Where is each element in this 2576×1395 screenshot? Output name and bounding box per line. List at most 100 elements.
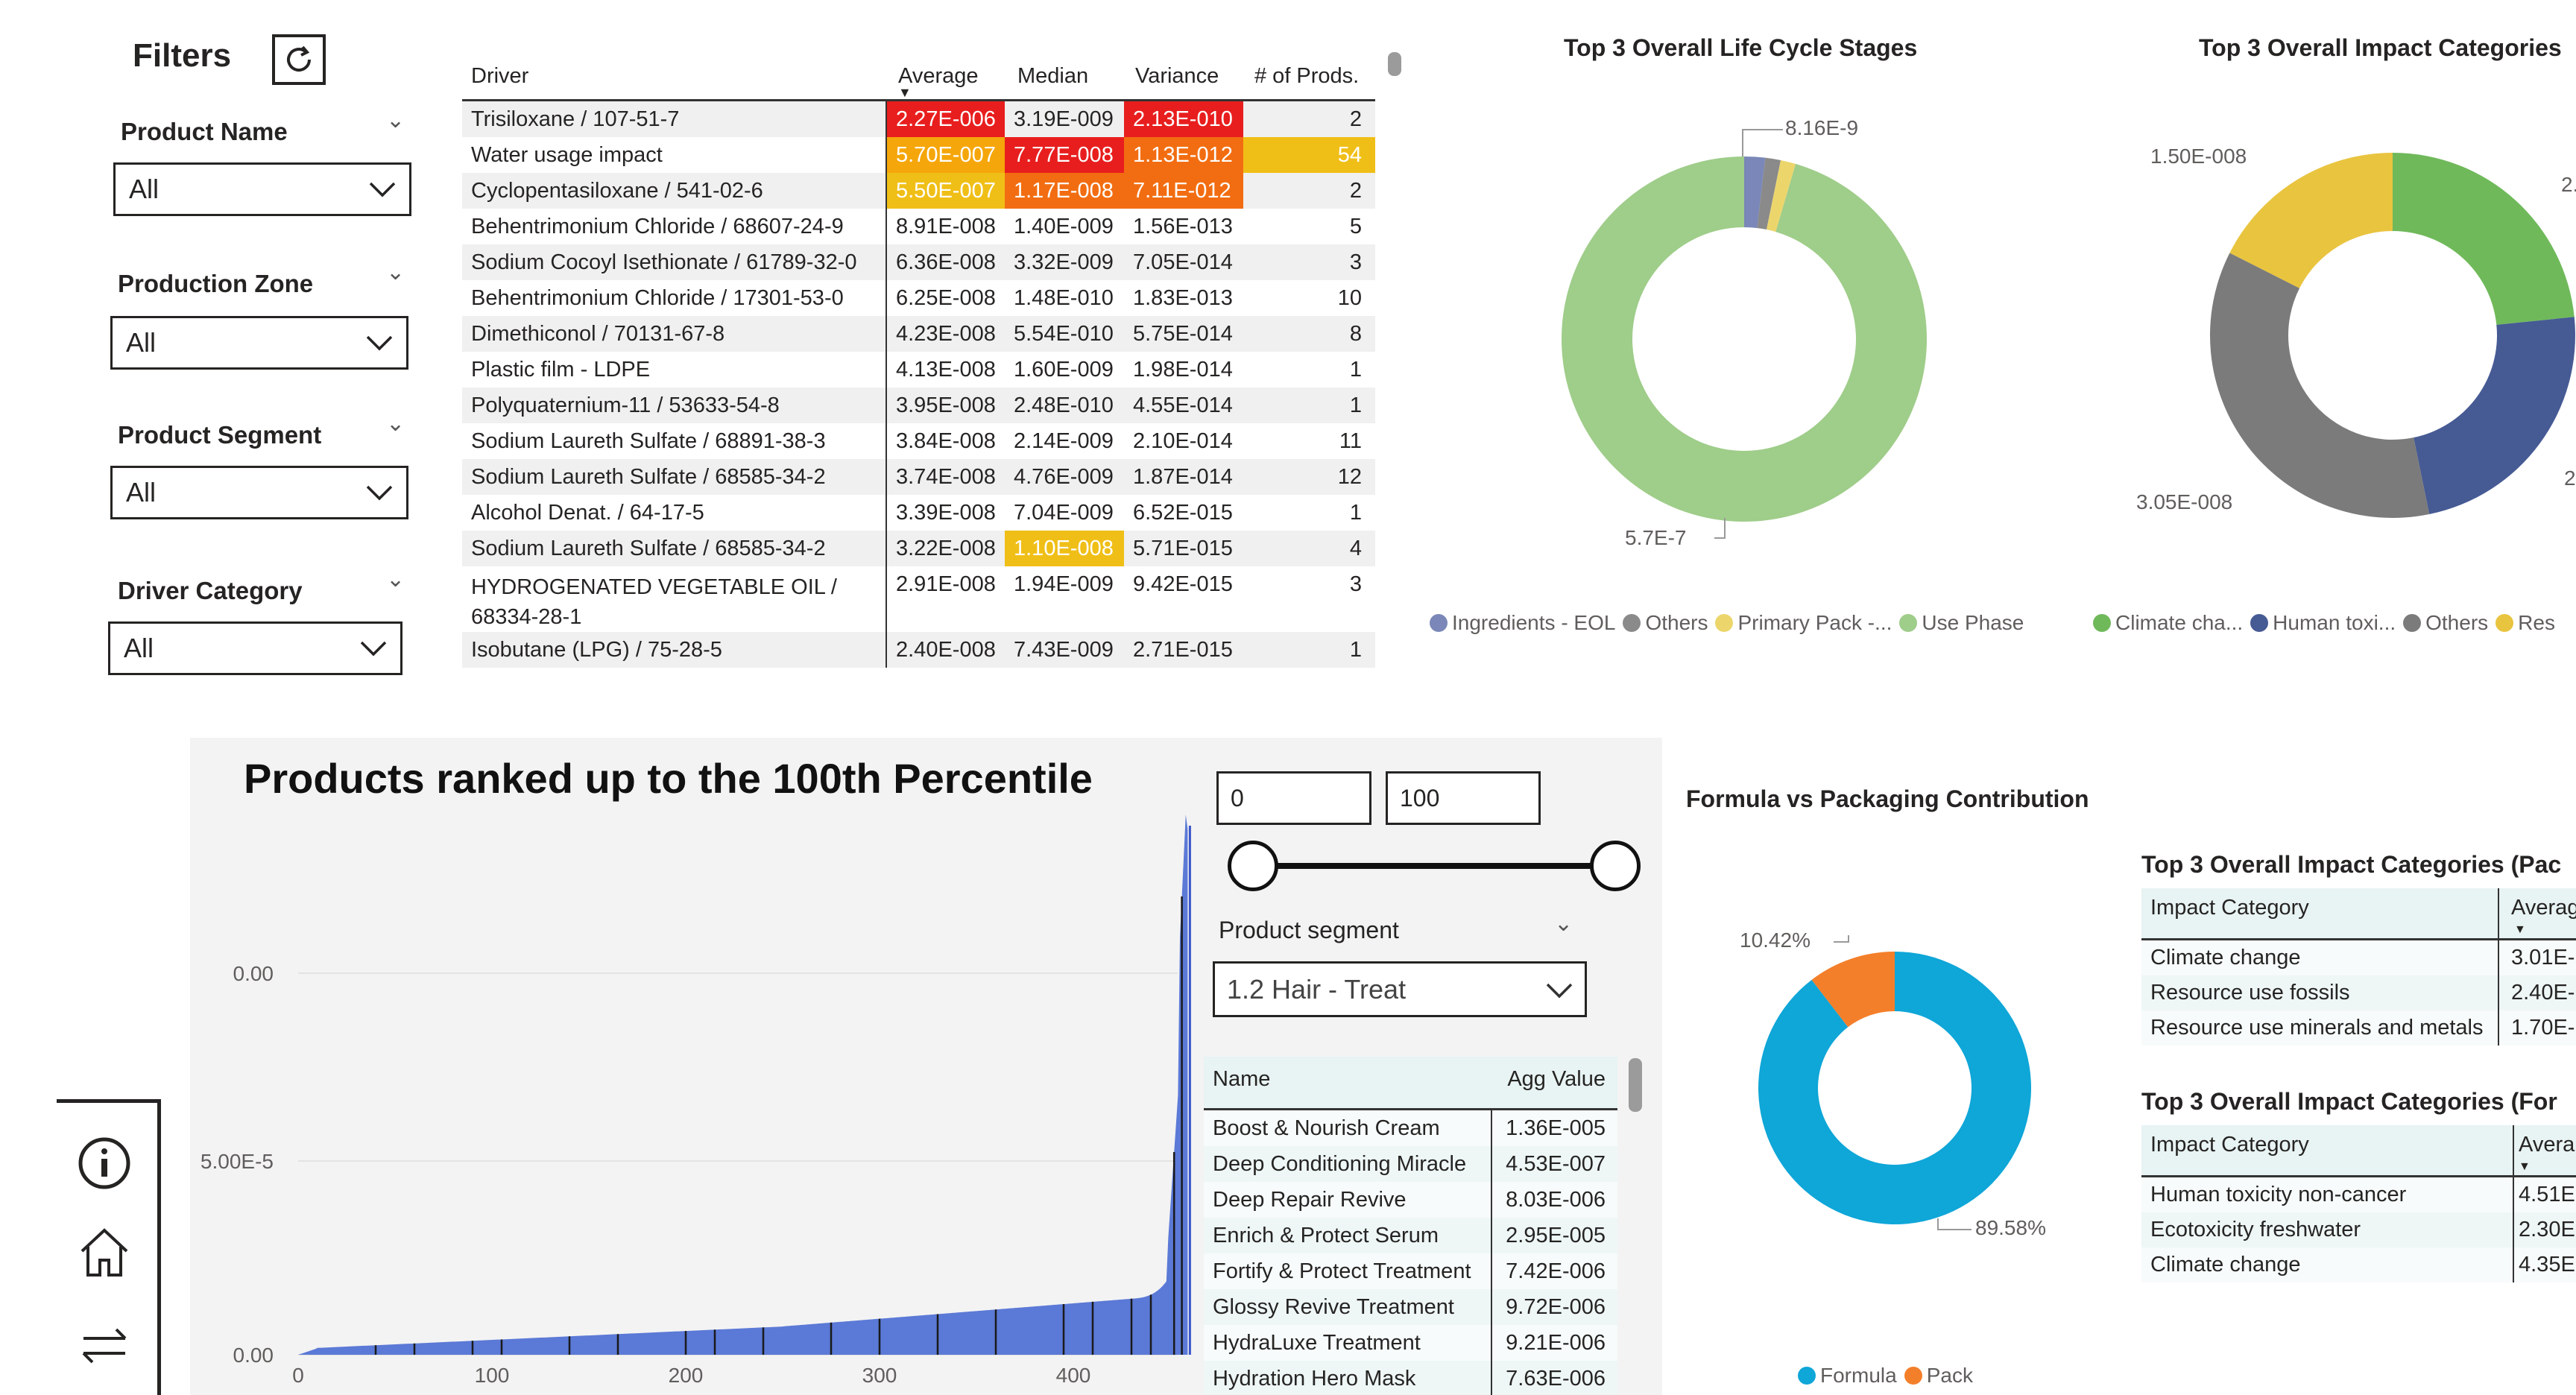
- legend-item[interactable]: Pack: [1904, 1364, 1973, 1388]
- driver-row[interactable]: Sodium Laureth Sulfate / 68585-34-2 3.74E…: [462, 459, 1375, 495]
- driver-cell-variance: 2.13E-010: [1124, 101, 1243, 137]
- agg-row[interactable]: Deep Repair Revive 8.03E-006: [1204, 1182, 1617, 1218]
- driver-row[interactable]: Trisiloxane / 107-51-7 2.27E-006 3.19E-009…: [462, 101, 1375, 137]
- pack-header-category[interactable]: Impact Category: [2150, 896, 2309, 920]
- driver-cell-average: 3.84E-008: [886, 423, 1005, 459]
- driver-row[interactable]: HYDROGENATED VEGETABLE OIL / 68334-28-1 2…: [462, 566, 1375, 632]
- segment-dropdown[interactable]: 1.2 Hair - Treat: [1213, 961, 1587, 1017]
- y-tick-label: 0.00: [233, 1344, 274, 1367]
- driver-cell-average: 3.95E-008: [886, 388, 1005, 423]
- legend-item[interactable]: Climate cha...: [2093, 611, 2243, 635]
- legend-item[interactable]: Primary Pack -...: [1715, 611, 1892, 635]
- percentile-bar-chart[interactable]: 0.00 5.00E-5 0.00 0 100 200 300 400: [190, 812, 1204, 1395]
- driver-cell-variance: 1.87E-014: [1133, 464, 1233, 489]
- range-slider-track[interactable]: [1252, 863, 1615, 869]
- header-count[interactable]: # of Prods.: [1254, 64, 1359, 89]
- donut-slice-imp1[interactable]: [2414, 317, 2575, 515]
- filter-collapse-chevron-icon[interactable]: ⌄: [386, 107, 405, 133]
- driver-row[interactable]: Alcohol Denat. / 64-17-5 3.39E-008 7.04E-0…: [462, 495, 1375, 531]
- pack_table-row[interactable]: Climate change 3.01E-: [2141, 940, 2576, 975]
- agg-row[interactable]: Fortify & Protect Treatment 7.42E-006: [1204, 1253, 1617, 1289]
- legend-dot-icon: [1623, 614, 1641, 632]
- driver-cell-median: 2.14E-009: [1014, 428, 1114, 453]
- drivers-table-header: Driver Average ▼ Median Variance # of Pr…: [462, 46, 1375, 101]
- agg-header-name[interactable]: Name: [1213, 1067, 1270, 1092]
- segment-chevron-icon[interactable]: ⌄: [1554, 911, 1573, 937]
- agg-row[interactable]: HydraLuxe Treatment 9.21E-006: [1204, 1325, 1617, 1361]
- driver-row[interactable]: Isobutane (LPG) / 75-28-5 2.40E-008 7.43E-…: [462, 632, 1375, 668]
- legend-item[interactable]: Others: [1623, 611, 1708, 635]
- driver-cell-driver: Dimethiconol / 70131-67-8: [471, 322, 725, 346]
- impact-donut[interactable]: [2206, 149, 2576, 522]
- swap-icon[interactable]: [78, 1319, 131, 1373]
- agg-row[interactable]: Enrich & Protect Serum 2.95E-005: [1204, 1218, 1617, 1253]
- driver-row[interactable]: Cyclopentasiloxane / 541-02-6 5.50E-007 1.…: [462, 173, 1375, 209]
- formula-header-category[interactable]: Impact Category: [2150, 1133, 2309, 1157]
- driver-row[interactable]: Polyquaternium-11 / 53633-54-8 3.95E-008 2…: [462, 388, 1375, 423]
- legend-dot-icon: [1715, 614, 1734, 632]
- driver-row[interactable]: Water usage impact 5.70E-007 7.77E-008 1.13…: [462, 137, 1375, 173]
- agg-header-value[interactable]: Agg Value: [1507, 1067, 1606, 1092]
- header-variance[interactable]: Variance: [1135, 64, 1219, 89]
- range-max-input[interactable]: 100: [1386, 771, 1541, 825]
- donut-slice-imp0[interactable]: [2393, 153, 2575, 325]
- range-slider-max-handle[interactable]: [1590, 841, 1641, 891]
- legend-item[interactable]: Formula: [1798, 1364, 1897, 1388]
- donut-slice-imp2[interactable]: [2210, 253, 2430, 518]
- formula_table-row[interactable]: Climate change 4.35E-: [2141, 1247, 2576, 1282]
- formula_table-row[interactable]: Human toxicity non-cancer 4.51E-: [2141, 1177, 2576, 1212]
- driver-cell-driver: Water usage impact: [471, 143, 663, 167]
- info-icon[interactable]: [78, 1136, 131, 1190]
- header-driver[interactable]: Driver: [471, 64, 528, 89]
- legend-item[interactable]: Res: [2496, 611, 2555, 635]
- pack_table-row[interactable]: Resource use fossils 2.40E-: [2141, 975, 2576, 1010]
- filter-dropdown-0[interactable]: All: [113, 162, 411, 216]
- formula-header-average[interactable]: Avera: [2519, 1133, 2575, 1157]
- legend-item[interactable]: Others: [2403, 611, 2488, 635]
- filter-dropdown-2[interactable]: All: [110, 466, 408, 519]
- driver-cell-median: 1.40E-009: [1014, 214, 1114, 238]
- driver-row[interactable]: Behentrimonium Chloride / 68607-24-9 8.91…: [462, 209, 1375, 244]
- segment-dropdown-value: 1.2 Hair - Treat: [1227, 973, 1407, 1005]
- range-min-input[interactable]: 0: [1216, 771, 1371, 825]
- driver-row[interactable]: Behentrimonium Chloride / 17301-53-0 6.25…: [462, 280, 1375, 316]
- agg-row[interactable]: Glossy Revive Treatment 9.72E-006: [1204, 1289, 1617, 1325]
- pack-header-average[interactable]: Averag: [2511, 896, 2576, 920]
- legend-item[interactable]: Human toxi...: [2250, 611, 2396, 635]
- pack_table-row[interactable]: Resource use minerals and metals 1.70E-: [2141, 1010, 2576, 1046]
- legend-item[interactable]: Use Phase: [1899, 611, 2024, 635]
- agg-table-scrollbar[interactable]: [1629, 1058, 1642, 1112]
- driver-row[interactable]: Plastic film - LDPE 4.13E-008 1.60E-009 1.9…: [462, 352, 1375, 388]
- filter-collapse-chevron-icon[interactable]: ⌄: [386, 411, 405, 437]
- agg-row[interactable]: Deep Conditioning Miracle 4.53E-007: [1204, 1146, 1617, 1182]
- driver-row[interactable]: Sodium Laureth Sulfate / 68585-34-2 3.22E…: [462, 531, 1375, 566]
- legend-item[interactable]: Ingredients - EOL: [1430, 611, 1615, 635]
- legend-label: Climate cha...: [2115, 611, 2244, 634]
- filter-dropdown-1[interactable]: All: [110, 316, 408, 370]
- life-cycle-label-small: 8.16E-9: [1785, 116, 1859, 139]
- driver-row[interactable]: Sodium Laureth Sulfate / 68891-38-3 3.84E…: [462, 423, 1375, 459]
- formula-impact-table: Impact Category Avera ▼ Human toxicity n…: [2141, 1125, 2576, 1282]
- drivers-table-scrollbar[interactable]: [1388, 52, 1401, 76]
- filter-collapse-chevron-icon[interactable]: ⌄: [386, 259, 405, 285]
- driver-row[interactable]: Dimethiconol / 70131-67-8 4.23E-008 5.54E-…: [462, 316, 1375, 352]
- agg-row[interactable]: Hydration Hero Mask 7.63E-006: [1204, 1361, 1617, 1395]
- driver-cell-count: 1: [1349, 393, 1362, 417]
- reset-filters-button[interactable]: [272, 34, 326, 85]
- filter-collapse-chevron-icon[interactable]: ⌄: [386, 566, 405, 592]
- chevron-down-icon: [360, 641, 387, 657]
- header-median[interactable]: Median: [1017, 64, 1088, 89]
- filter-label-3: Driver Category: [118, 577, 303, 604]
- ranked-bars-area[interactable]: [298, 814, 1188, 1355]
- filter-dropdown-3[interactable]: All: [108, 621, 402, 675]
- driver-cell-count: 12: [1337, 464, 1362, 489]
- agg-cell-value: 2.95E-005: [1506, 1224, 1606, 1247]
- driver-cell-variance: 7.05E-014: [1133, 250, 1233, 274]
- home-icon[interactable]: [78, 1226, 131, 1279]
- driver-cell-driver: Sodium Laureth Sulfate / 68585-34-2: [471, 465, 826, 489]
- range-slider-min-handle[interactable]: [1228, 841, 1278, 891]
- formula_table-row[interactable]: Ecotoxicity freshwater 2.30E-: [2141, 1212, 2576, 1247]
- driver-row[interactable]: Sodium Cocoyl Isethionate / 61789-32-0 6.…: [462, 244, 1375, 280]
- agg-row[interactable]: Boost & Nourish Cream 1.36E-005: [1204, 1110, 1617, 1146]
- impact-category-cell: Climate change: [2150, 946, 2301, 969]
